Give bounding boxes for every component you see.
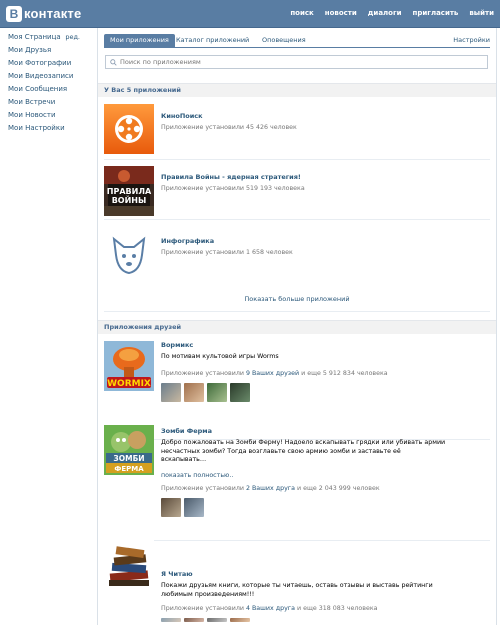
sidebar-item-events[interactable]: Мои Встречи bbox=[8, 96, 90, 109]
show-full-link[interactable]: показать полностью.. bbox=[161, 472, 233, 479]
avatar[interactable] bbox=[184, 383, 204, 402]
nav-logout[interactable]: выйти bbox=[469, 9, 494, 17]
avatar[interactable] bbox=[161, 618, 181, 622]
top-nav: поиск новости диалоги пригласить выйти bbox=[290, 9, 494, 17]
app-meta: Приложение установили 9 Ваших друзей и е… bbox=[161, 370, 388, 377]
film-reel-icon[interactable] bbox=[104, 104, 154, 154]
app-meta: Приложение установили 1 658 человек bbox=[161, 249, 293, 256]
war-game-icon[interactable]: ПРАВИЛА ВОЙНЫ bbox=[104, 166, 154, 216]
app-description: По мотивам культовой игры Worms bbox=[161, 353, 279, 360]
friend-avatars bbox=[161, 498, 204, 517]
meta-text: Приложение установили bbox=[161, 605, 246, 612]
wormix-icon[interactable]: WORMIX bbox=[104, 341, 154, 391]
app-meta: Приложение установили 45 426 человек bbox=[161, 124, 297, 131]
friends-link[interactable]: 2 Ваших друга bbox=[246, 485, 295, 492]
sidebar-item-messages[interactable]: Мои Сообщения bbox=[8, 83, 90, 96]
tab-my-apps[interactable]: Мои приложения bbox=[104, 34, 175, 47]
avatar[interactable] bbox=[161, 498, 181, 517]
avatar[interactable] bbox=[230, 618, 250, 622]
app-meta: Приложение установили 2 Ваших друга и ещ… bbox=[161, 485, 380, 492]
app-title[interactable]: Я Читаю bbox=[161, 570, 193, 578]
meta-text: и еще 5 912 834 человека bbox=[299, 370, 388, 377]
meta-text: и еще 318 083 человека bbox=[294, 605, 378, 612]
sidebar-item-friends[interactable]: Мои Друзья bbox=[8, 44, 90, 57]
tab-bar: Мои приложения Каталог приложений Оповещ… bbox=[104, 34, 490, 48]
search-icon bbox=[110, 59, 117, 66]
sidebar-item-news[interactable]: Мои Новости bbox=[8, 109, 90, 122]
tab-settings[interactable]: Настройки bbox=[453, 34, 490, 47]
nav-news[interactable]: новости bbox=[325, 9, 357, 17]
app-meta: Приложение установили 4 Ваших друга и ещ… bbox=[161, 605, 378, 612]
left-sidebar: Моя Страница ред. Мои Друзья Мои Фотограф… bbox=[8, 31, 90, 135]
vk-dog-icon[interactable] bbox=[104, 229, 154, 279]
avatar[interactable] bbox=[184, 498, 204, 517]
tab-app-catalog[interactable]: Каталог приложений bbox=[170, 34, 255, 47]
show-more-apps-link[interactable]: Показать больше приложений bbox=[104, 295, 490, 303]
avatar[interactable] bbox=[207, 383, 227, 402]
edit-link[interactable]: ред. bbox=[65, 31, 80, 44]
nav-invite[interactable]: пригласить bbox=[413, 9, 459, 17]
avatar[interactable] bbox=[184, 618, 204, 622]
friends-link[interactable]: 9 Ваших друзей bbox=[246, 370, 299, 377]
vk-logo-icon: В bbox=[6, 5, 22, 22]
svg-text:WORMIX: WORMIX bbox=[107, 379, 151, 389]
app-row[interactable]: ПРАВИЛА ВОЙНЫ Правила Войны - ядерная ст… bbox=[104, 162, 490, 220]
app-row[interactable]: Инфографика Приложение установили 1 658 … bbox=[104, 222, 490, 312]
books-icon[interactable] bbox=[104, 540, 154, 590]
app-description: Добро пожаловать на Зомби Ферму! Надоело… bbox=[161, 439, 446, 463]
meta-text: и еще 2 043 999 человек bbox=[294, 485, 380, 492]
vk-logo[interactable]: В контакте bbox=[6, 5, 81, 22]
svg-text:ВОЙНЫ: ВОЙНЫ bbox=[112, 194, 147, 205]
avatar[interactable] bbox=[207, 618, 227, 622]
avatar[interactable] bbox=[161, 383, 181, 402]
main-content: Мои приложения Каталог приложений Оповещ… bbox=[97, 28, 497, 625]
vk-logo-text: контакте bbox=[24, 6, 82, 21]
search-input[interactable] bbox=[120, 57, 480, 67]
app-title[interactable]: КиноПоиск bbox=[161, 112, 203, 120]
nav-dialogs[interactable]: диалоги bbox=[368, 9, 402, 17]
friends-link[interactable]: 4 Ваших друга bbox=[246, 605, 295, 612]
avatar[interactable] bbox=[230, 383, 250, 402]
friend-avatars bbox=[161, 618, 250, 622]
friend-avatars bbox=[161, 383, 250, 402]
tab-notifications[interactable]: Оповещения bbox=[256, 34, 312, 47]
top-header: В контакте поиск новости диалоги приглас… bbox=[0, 0, 500, 28]
sidebar-item-photos[interactable]: Мои Фотографии bbox=[8, 57, 90, 70]
sidebar-item-label: Моя Страница bbox=[8, 33, 61, 41]
friends-apps-heading: Приложения друзей bbox=[98, 320, 496, 334]
app-description: Покажи друзьям книги, которые ты читаешь… bbox=[161, 582, 433, 598]
svg-text:ПРАВИЛА: ПРАВИЛА bbox=[107, 187, 152, 196]
sidebar-item-my-page[interactable]: Моя Страница ред. bbox=[8, 31, 90, 44]
app-title[interactable]: Вормикс bbox=[161, 341, 193, 349]
friend-app-row[interactable]: Я Читаю Покажи друзьям книги, которые ты… bbox=[104, 538, 490, 622]
zombie-farm-icon[interactable]: ЗОМБИ ФЕРМА bbox=[104, 425, 154, 475]
app-title[interactable]: Зомби Ферма bbox=[161, 427, 212, 435]
app-title[interactable]: Инфографика bbox=[161, 237, 214, 245]
meta-text: Приложение установили bbox=[161, 370, 246, 377]
meta-text: Приложение установили bbox=[161, 485, 246, 492]
app-title[interactable]: Правила Войны - ядерная стратегия! bbox=[161, 173, 301, 181]
svg-text:ЗОМБИ: ЗОМБИ bbox=[113, 454, 144, 463]
app-row[interactable]: КиноПоиск Приложение установили 45 426 ч… bbox=[104, 100, 490, 160]
my-apps-heading: У Вас 5 приложений bbox=[98, 83, 496, 97]
nav-search[interactable]: поиск bbox=[290, 9, 313, 17]
search-box bbox=[105, 55, 488, 69]
app-meta: Приложение установили 519 193 человека bbox=[161, 185, 305, 192]
sidebar-item-settings[interactable]: Мои Настройки bbox=[8, 122, 90, 135]
friend-app-row[interactable]: ЗОМБИ ФЕРМА Зомби Ферма Добро пожаловать… bbox=[104, 425, 490, 541]
sidebar-item-videos[interactable]: Мои Видеозаписи bbox=[8, 70, 90, 83]
svg-text:ФЕРМА: ФЕРМА bbox=[114, 465, 144, 473]
